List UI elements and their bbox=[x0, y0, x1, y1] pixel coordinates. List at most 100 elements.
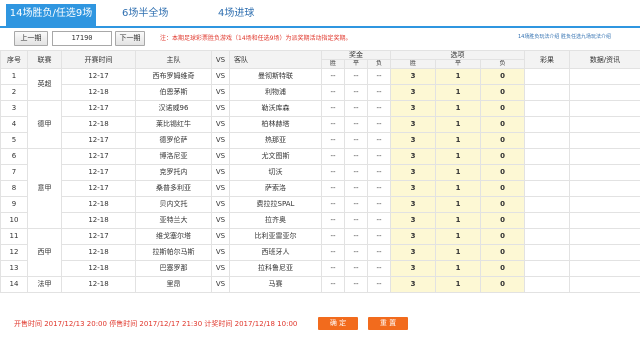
link-9-rules[interactable]: 胜负任选九场玩法介绍 bbox=[561, 34, 611, 40]
table-row: 7 12-17 克罗托内 VS 切沃 -- -- -- 3 1 0 bbox=[0, 164, 640, 181]
issue-input[interactable]: 17190 bbox=[52, 31, 112, 46]
row-index: 14 bbox=[0, 276, 28, 293]
pick-win[interactable]: 3 bbox=[390, 212, 436, 229]
lottery-result bbox=[524, 68, 570, 85]
odds-win: -- bbox=[321, 68, 345, 85]
pick-lose[interactable]: 0 bbox=[480, 196, 525, 213]
lottery-result bbox=[524, 116, 570, 133]
table-row: 1 英超 12-17 西布罗姆维奇 VS 曼彻斯特联 -- -- -- 3 1 0 bbox=[0, 68, 640, 101]
pick-win[interactable]: 3 bbox=[390, 276, 436, 293]
confirm-button[interactable]: 确 定 bbox=[318, 317, 358, 330]
pick-draw[interactable]: 1 bbox=[435, 244, 481, 261]
reset-button[interactable]: 重 置 bbox=[368, 317, 408, 330]
odds-win: -- bbox=[321, 84, 345, 101]
pick-draw[interactable]: 1 bbox=[435, 276, 481, 293]
pick-lose[interactable]: 0 bbox=[480, 100, 525, 117]
pick-win[interactable]: 3 bbox=[390, 260, 436, 277]
odds-lose: -- bbox=[367, 100, 391, 117]
lottery-result bbox=[524, 180, 570, 197]
pick-win[interactable]: 3 bbox=[390, 228, 436, 245]
pick-draw[interactable]: 1 bbox=[435, 116, 481, 133]
tab-4-goals[interactable]: 4场进球 bbox=[218, 4, 254, 26]
subheader-odds-lose: 负 bbox=[367, 59, 391, 69]
odds-win: -- bbox=[321, 180, 345, 197]
pick-lose[interactable]: 0 bbox=[480, 180, 525, 197]
pick-win[interactable]: 3 bbox=[390, 68, 436, 85]
pick-draw[interactable]: 1 bbox=[435, 260, 481, 277]
vs-label: VS bbox=[211, 276, 230, 293]
pick-draw[interactable]: 1 bbox=[435, 148, 481, 165]
away-team: 比利亚雷亚尔 bbox=[229, 228, 322, 245]
next-issue-button[interactable]: 下一期 bbox=[115, 31, 145, 46]
sale-times: 开售时间 2017/12/13 20:00 停售时间 2017/12/17 21… bbox=[14, 320, 298, 328]
pick-win[interactable]: 3 bbox=[390, 180, 436, 197]
pick-win[interactable]: 3 bbox=[390, 100, 436, 117]
vs-label: VS bbox=[211, 68, 230, 85]
pick-lose[interactable]: 0 bbox=[480, 84, 525, 101]
lottery-result bbox=[524, 100, 570, 117]
pick-lose[interactable]: 0 bbox=[480, 276, 525, 293]
tab-6-halftime[interactable]: 6场半全场 bbox=[122, 4, 168, 26]
away-team: 勒沃库森 bbox=[229, 100, 322, 117]
pick-lose[interactable]: 0 bbox=[480, 132, 525, 149]
row-index: 12 bbox=[0, 244, 28, 261]
pick-lose[interactable]: 0 bbox=[480, 148, 525, 165]
pick-win[interactable]: 3 bbox=[390, 164, 436, 181]
pick-draw[interactable]: 1 bbox=[435, 212, 481, 229]
vs-label: VS bbox=[211, 196, 230, 213]
pick-draw[interactable]: 1 bbox=[435, 164, 481, 181]
match-table: 序号 联赛 开赛时间 主队 VS 客队 奖金 选项 彩果 数据/资讯 胜 平 负… bbox=[0, 50, 640, 293]
match-date: 12-18 bbox=[61, 260, 136, 277]
row-index: 13 bbox=[0, 260, 28, 277]
pick-lose[interactable]: 0 bbox=[480, 212, 525, 229]
pick-win[interactable]: 3 bbox=[390, 116, 436, 133]
pick-draw[interactable]: 1 bbox=[435, 84, 481, 101]
vs-label: VS bbox=[211, 212, 230, 229]
header-home: 主队 bbox=[135, 50, 212, 69]
pick-draw[interactable]: 1 bbox=[435, 196, 481, 213]
pick-lose[interactable]: 0 bbox=[480, 260, 525, 277]
row-index: 9 bbox=[0, 196, 28, 213]
pick-lose[interactable]: 0 bbox=[480, 244, 525, 261]
row-index: 10 bbox=[0, 212, 28, 229]
pick-draw[interactable]: 1 bbox=[435, 100, 481, 117]
footer: 开售时间 2017/12/13 20:00 停售时间 2017/12/17 21… bbox=[0, 316, 640, 332]
home-team: 西布罗姆维奇 bbox=[135, 68, 212, 85]
header-league: 联赛 bbox=[27, 50, 62, 69]
table-row: 2 12-18 伯恩茅斯 VS 利物浦 -- -- -- 3 1 0 bbox=[0, 84, 640, 101]
toolbar: 上一期 17190 下一期 注：本期足球彩票胜负游戏（14场和任选9场）为派奖期… bbox=[0, 30, 640, 46]
match-date: 12-17 bbox=[61, 68, 136, 85]
info-cell bbox=[569, 244, 640, 261]
odds-draw: -- bbox=[344, 244, 368, 261]
odds-draw: -- bbox=[344, 260, 368, 277]
row-index: 1 bbox=[0, 68, 28, 85]
info-cell bbox=[569, 196, 640, 213]
pick-win[interactable]: 3 bbox=[390, 148, 436, 165]
pick-win[interactable]: 3 bbox=[390, 196, 436, 213]
odds-draw: -- bbox=[344, 148, 368, 165]
tab-14-games[interactable]: 14场胜负/任选9场 bbox=[6, 4, 96, 26]
table-row: 12 12-18 拉斯帕尔马斯 VS 西班牙人 -- -- -- 3 1 0 bbox=[0, 244, 640, 261]
pick-win[interactable]: 3 bbox=[390, 132, 436, 149]
pick-draw[interactable]: 1 bbox=[435, 228, 481, 245]
pick-draw[interactable]: 1 bbox=[435, 180, 481, 197]
link-14-rules[interactable]: 14场胜负玩法介绍 bbox=[518, 34, 559, 40]
match-date: 12-18 bbox=[61, 84, 136, 101]
pick-lose[interactable]: 0 bbox=[480, 116, 525, 133]
pick-win[interactable]: 3 bbox=[390, 84, 436, 101]
away-team: 尤文图斯 bbox=[229, 148, 322, 165]
pick-draw[interactable]: 1 bbox=[435, 132, 481, 149]
notice-text: 注：本期足球彩票胜负游戏（14场和任选9场）为派奖期活动指定奖期。 bbox=[160, 35, 352, 42]
pick-draw[interactable]: 1 bbox=[435, 68, 481, 85]
pick-lose[interactable]: 0 bbox=[480, 68, 525, 85]
lottery-result bbox=[524, 164, 570, 181]
pick-lose[interactable]: 0 bbox=[480, 164, 525, 181]
odds-draw: -- bbox=[344, 84, 368, 101]
odds-draw: -- bbox=[344, 68, 368, 85]
pick-lose[interactable]: 0 bbox=[480, 228, 525, 245]
prev-issue-button[interactable]: 上一期 bbox=[14, 31, 48, 46]
pick-win[interactable]: 3 bbox=[390, 244, 436, 261]
match-date: 12-18 bbox=[61, 244, 136, 261]
odds-draw: -- bbox=[344, 212, 368, 229]
odds-draw: -- bbox=[344, 196, 368, 213]
